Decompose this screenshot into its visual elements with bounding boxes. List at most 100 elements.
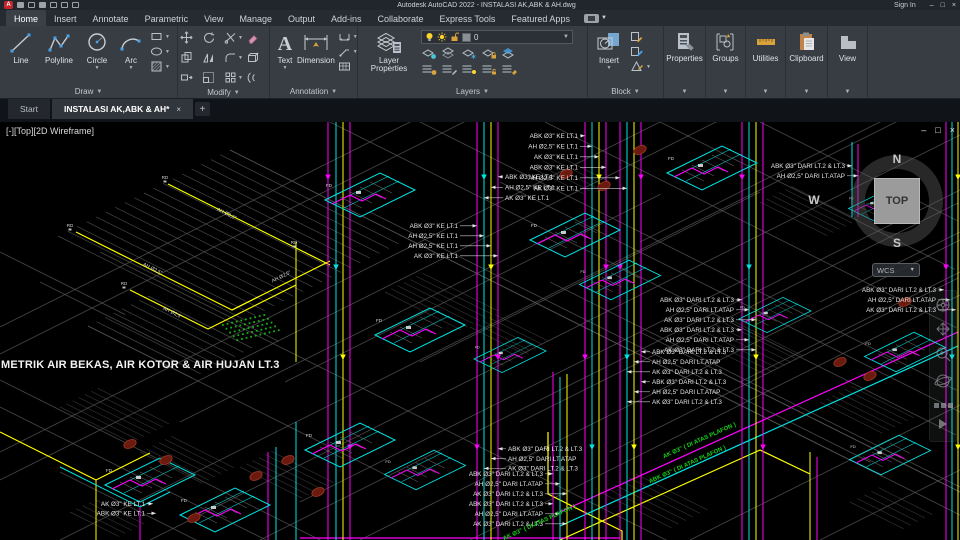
match-layer-icon[interactable] xyxy=(441,62,457,76)
view-panel-button[interactable]: View xyxy=(836,28,860,85)
autocad-logo-icon[interactable]: A xyxy=(4,1,13,9)
mirror-tool-button[interactable] xyxy=(202,48,223,67)
edit-block-button[interactable] xyxy=(630,45,651,58)
scale-tool-button[interactable] xyxy=(202,68,223,87)
viewport-controls[interactable]: [-][Top][2D Wireframe] xyxy=(6,126,94,136)
new-file-icon[interactable] xyxy=(17,2,24,8)
tab-express-tools[interactable]: Express Tools xyxy=(432,10,504,26)
stretch-tool-button[interactable] xyxy=(180,68,201,87)
close-drawing-icon[interactable]: × xyxy=(950,125,955,135)
viewcube-top-face[interactable]: TOP xyxy=(874,178,920,224)
save-icon[interactable] xyxy=(39,2,46,8)
polyline-tool-button[interactable]: Polyline xyxy=(39,28,79,85)
erase-tool-button[interactable] xyxy=(246,28,267,47)
rectangle-tool-button[interactable]: ▼ xyxy=(150,30,170,43)
layer-match-icon[interactable] xyxy=(501,46,517,60)
plant-symbol xyxy=(232,335,235,338)
viewcube[interactable]: N S W E TOP xyxy=(808,152,945,250)
tab-home[interactable]: Home xyxy=(6,10,47,26)
arc-tool-button[interactable]: Arc ▼ xyxy=(115,28,147,85)
new-drawing-button[interactable]: + xyxy=(195,102,211,116)
groups-panel-button[interactable]: Groups xyxy=(712,28,739,85)
previous-layer-icon[interactable] xyxy=(461,62,477,76)
app-minimize-button[interactable]: – xyxy=(930,2,934,9)
array-tool-button[interactable]: ▼ xyxy=(224,68,245,87)
circle-tool-button[interactable]: Circle ▼ xyxy=(79,28,115,85)
layer-isolate-icon[interactable] xyxy=(421,46,437,60)
tab-manage[interactable]: Manage xyxy=(231,10,280,26)
pod-label: FD xyxy=(580,269,585,274)
move-tool-button[interactable] xyxy=(180,28,201,47)
tab-insert[interactable]: Insert xyxy=(46,10,85,26)
table-button[interactable] xyxy=(338,60,358,73)
block-attributes-button[interactable]: ▼ xyxy=(630,60,651,73)
viewcube-west[interactable]: W xyxy=(808,193,820,207)
close-tab-icon[interactable]: × xyxy=(176,105,181,114)
fillet-tool-button[interactable]: ▼ xyxy=(224,48,245,67)
utilities-panel-button[interactable]: Utilities xyxy=(753,28,778,85)
panel-label-modify[interactable]: Modify ▼ xyxy=(178,87,269,98)
tab-current-drawing[interactable]: INSTALASI AK,ABK & AH* × xyxy=(51,99,194,119)
tab-collaborate[interactable]: Collaborate xyxy=(370,10,432,26)
undo-icon[interactable] xyxy=(61,2,68,8)
ribbon-options-button[interactable]: ▼ xyxy=(583,10,607,26)
restore-drawing-icon[interactable]: □ xyxy=(935,125,940,135)
minimize-drawing-icon[interactable]: – xyxy=(921,125,926,135)
copy-tool-button[interactable] xyxy=(180,48,201,67)
panel-label-annotation[interactable]: Annotation ▼ xyxy=(270,85,357,98)
app-restore-button[interactable]: □ xyxy=(941,2,945,9)
offset-tool-button[interactable] xyxy=(246,68,267,87)
create-block-button[interactable] xyxy=(630,30,651,43)
hatch-tool-button[interactable]: ▼ xyxy=(150,60,170,73)
layer-lock-icon[interactable] xyxy=(481,46,497,60)
tab-output[interactable]: Output xyxy=(280,10,323,26)
clipboard-panel-button[interactable]: Clipboard xyxy=(789,28,824,85)
panel-expand-view[interactable]: ▼ xyxy=(828,85,867,98)
sign-in-button[interactable]: Sign In xyxy=(894,2,916,9)
tab-view[interactable]: View xyxy=(196,10,231,26)
scale-icon xyxy=(203,72,214,83)
panel-label-layers[interactable]: Layers ▼ xyxy=(358,85,587,98)
drawing-canvas[interactable]: FDFDFDFDFDFDFDFDFDFDFDFDFDFDABK Ø3" KE L… xyxy=(0,122,960,540)
panel-expand-properties[interactable]: ▼ xyxy=(664,85,705,98)
viewcube-south[interactable]: S xyxy=(849,236,945,250)
linear-dimension-button[interactable]: ▼ xyxy=(338,30,358,43)
tab-start[interactable]: Start xyxy=(8,99,50,119)
tab-addins[interactable]: Add-ins xyxy=(323,10,370,26)
navigation-bar[interactable] xyxy=(929,290,957,442)
line-tool-button[interactable]: Line xyxy=(3,28,39,85)
layer-select-dropdown[interactable]: 0 ▼ xyxy=(421,30,573,44)
open-icon[interactable] xyxy=(28,2,35,8)
roof-drain-marker xyxy=(122,286,126,289)
panel-expand-groups[interactable]: ▼ xyxy=(706,85,745,98)
explode-tool-button[interactable] xyxy=(246,48,267,67)
panel-expand-clipboard[interactable]: ▼ xyxy=(786,85,827,98)
layer-walk-icon[interactable] xyxy=(501,62,517,76)
layer-unlock-tool-icon[interactable] xyxy=(481,62,497,76)
pipe-annotation: AK Ø3" DARI LT.2 & LT.3 xyxy=(473,491,543,498)
multileader-button[interactable]: ▼ xyxy=(338,45,358,58)
viewcube-north[interactable]: N xyxy=(849,152,945,166)
room-grid-line xyxy=(832,395,896,428)
ellipse-tool-button[interactable]: ▼ xyxy=(150,45,170,58)
panel-expand-utilities[interactable]: ▼ xyxy=(746,85,785,98)
trim-tool-button[interactable]: ▼ xyxy=(224,28,245,47)
dimension-tool-button[interactable]: Dimension xyxy=(297,28,335,85)
layer-freeze-icon[interactable] xyxy=(461,46,477,60)
panel-label-block[interactable]: Block ▼ xyxy=(588,85,663,98)
text-tool-button[interactable]: A Text ▼ xyxy=(273,28,297,85)
print-icon[interactable] xyxy=(50,2,57,8)
tab-featured-apps[interactable]: Featured Apps xyxy=(503,10,578,26)
layer-properties-button[interactable]: Layer Properties xyxy=(361,28,417,85)
panel-label-draw[interactable]: Draw ▼ xyxy=(0,85,177,98)
redo-icon[interactable] xyxy=(72,2,79,8)
layer-unisolate-icon[interactable] xyxy=(441,46,457,60)
tab-annotate[interactable]: Annotate xyxy=(85,10,137,26)
tab-parametric[interactable]: Parametric xyxy=(137,10,197,26)
rotate-tool-button[interactable] xyxy=(202,28,223,47)
insert-block-button[interactable]: Insert ▼ xyxy=(591,28,627,85)
app-close-button[interactable]: × xyxy=(952,2,956,9)
properties-panel-button[interactable]: Properties xyxy=(666,28,703,85)
make-current-layer-icon[interactable] xyxy=(421,62,437,76)
wcs-selector[interactable]: WCS ▼ xyxy=(872,263,920,277)
